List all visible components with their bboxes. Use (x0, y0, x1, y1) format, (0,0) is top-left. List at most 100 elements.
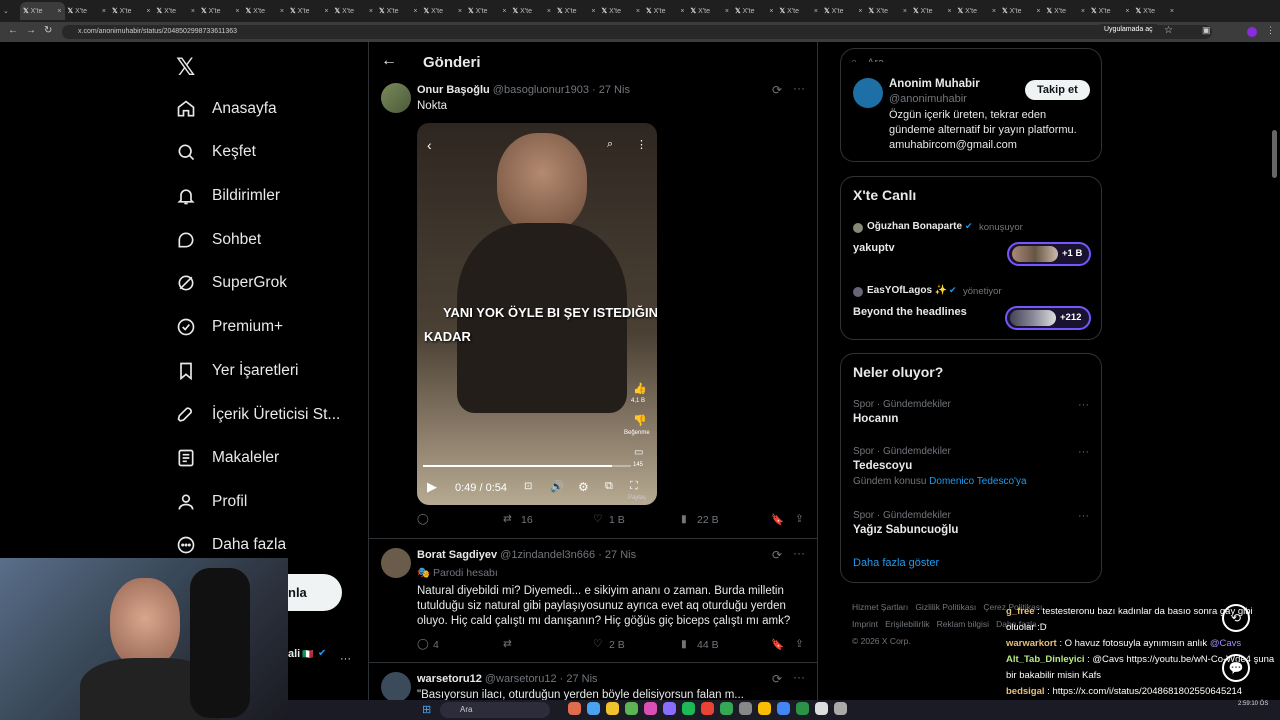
scrollbar[interactable] (1272, 130, 1277, 178)
video-like-icon[interactable]: 👍 (633, 382, 647, 395)
close-icon[interactable]: × (191, 8, 195, 15)
footer-link[interactable]: Imprint (852, 619, 878, 629)
footer-link[interactable]: Erişilebilirlik (885, 619, 929, 629)
follow-button[interactable]: Takip et (1025, 80, 1090, 100)
play-icon[interactable]: ▶ (427, 479, 437, 495)
reload-icon[interactable]: ↻ (44, 25, 52, 36)
profile-icon[interactable] (1247, 27, 1257, 37)
close-icon[interactable]: × (680, 8, 684, 15)
trend-topic-link[interactable]: Domenico Tedesco'ya (929, 476, 1026, 487)
reply-date[interactable]: · 27 Nis (598, 549, 636, 561)
taskbar-app-icon[interactable] (701, 702, 714, 715)
browser-tab[interactable]: 𝕏 X'te × (955, 2, 1000, 20)
taskbar-app-icon[interactable] (796, 702, 809, 715)
browser-tab[interactable]: 𝕏 X'te × (510, 2, 555, 20)
video-back-icon[interactable]: ‹ (427, 137, 432, 153)
taskbar-app-icon[interactable] (568, 702, 581, 715)
sidebar-item-bookmark[interactable]: Yer İşaretleri (176, 357, 298, 385)
reply-author-handle[interactable]: @warsetoru12 (485, 673, 557, 685)
browser-tab[interactable]: 𝕏 X'te × (777, 2, 822, 20)
video-search-icon[interactable]: ⌕ (607, 138, 613, 151)
close-icon[interactable]: × (947, 8, 951, 15)
sidebar-item-grok[interactable]: SuperGrok (176, 269, 287, 297)
close-icon[interactable]: × (992, 8, 996, 15)
browser-tab[interactable]: 𝕏 X'te × (643, 2, 688, 20)
close-icon[interactable]: × (769, 8, 773, 15)
reply-icon[interactable]: ◯ (417, 513, 429, 525)
live-item[interactable]: EasYOfLagos ✨ ✔ yönetiyor Beyond the hea… (853, 285, 1093, 335)
repost-icon[interactable]: ⇄ (503, 513, 512, 525)
sidebar-item-more[interactable]: Daha fazla (176, 531, 286, 559)
close-icon[interactable]: × (369, 8, 373, 15)
sidebar-item-search[interactable]: Keşfet (176, 138, 256, 166)
bookmark-icon[interactable]: 🔖 (771, 513, 784, 526)
taskbar-app-icon[interactable] (625, 702, 638, 715)
url-bar[interactable]: x.com/anonimuhabir/status/20485029987336… (62, 25, 1212, 39)
taskbar-app-icon[interactable] (815, 702, 828, 715)
trend-item[interactable]: Spor · Gündemdekiler Tedescoyu Gündem ko… (853, 446, 1093, 487)
reply-author-name[interactable]: Borat Sagdiyev (417, 549, 497, 561)
browser-tab[interactable]: 𝕏 X'te × (20, 2, 65, 20)
trend-item[interactable]: Spor · Gündemdekiler Hocanın ··· (853, 399, 1093, 425)
listeners-pill[interactable]: +212 (1005, 306, 1091, 330)
taskbar-app-icon[interactable] (758, 702, 771, 715)
footer-link[interactable]: Gizlilik Politikası (915, 602, 976, 612)
video-more-icon[interactable]: ⋮ (636, 138, 647, 151)
profile-handle[interactable]: @anonimuhabir (889, 93, 967, 105)
close-icon[interactable]: × (636, 8, 640, 15)
browser-tab[interactable]: 𝕏 X'te × (376, 2, 421, 20)
taskbar-app-icon[interactable] (682, 702, 695, 715)
browser-tab[interactable]: 𝕏 X'te × (243, 2, 288, 20)
browser-tab[interactable]: 𝕏 X'te × (1088, 2, 1133, 20)
video-comment-icon[interactable]: ▭ (634, 447, 643, 458)
close-icon[interactable]: × (858, 8, 862, 15)
browser-tab[interactable]: 𝕏 X'te × (1133, 2, 1178, 20)
close-icon[interactable]: × (903, 8, 907, 15)
footer-link[interactable]: Reklam bilgisi (937, 619, 989, 629)
show-more-link[interactable]: Daha fazla göster (853, 557, 939, 569)
repost-icon[interactable]: ⇄ (503, 638, 512, 650)
listeners-pill[interactable]: +1 B (1007, 242, 1091, 266)
browser-tab[interactable]: 𝕏 X'te × (421, 2, 466, 20)
menu-icon[interactable]: ⋮ (1266, 25, 1275, 36)
author-name[interactable]: Onur Başoğlu (417, 84, 490, 96)
open-in-app-button[interactable]: Uygulamada aç (1098, 24, 1159, 35)
forward-icon[interactable]: → (26, 25, 36, 36)
bookmark-icon[interactable]: 🔖 (771, 638, 784, 651)
extensions-icon[interactable]: ▣ (1202, 25, 1211, 36)
browser-tab[interactable]: 𝕏 X'te × (999, 2, 1044, 20)
video-player[interactable]: ‹ ⌕ ⋮ YANI YOK ÖYLE BI ŞEY ISTEDIĞIN KAD… (417, 123, 657, 505)
share-icon[interactable]: ⇪ (795, 638, 804, 650)
taskbar-search[interactable]: Ara (440, 702, 550, 718)
close-icon[interactable]: × (547, 8, 551, 15)
browser-tab[interactable]: 𝕏 X'te × (109, 2, 154, 20)
post-date[interactable]: · 27 Nis (592, 84, 630, 96)
trend-item[interactable]: Spor · Gündemdekiler Yağız Sabuncuoğlu ·… (853, 510, 1093, 536)
taskbar-app-icon[interactable] (587, 702, 600, 715)
browser-tab[interactable]: 𝕏 X'te × (1044, 2, 1089, 20)
browser-tab[interactable]: 𝕏 X'te × (599, 2, 644, 20)
video-dislike-icon[interactable]: 👎 (633, 414, 647, 427)
taskbar-app-icon[interactable] (777, 702, 790, 715)
browser-tab[interactable]: 𝕏 X'te × (866, 2, 911, 20)
author-handle[interactable]: @basogluonur1903 (493, 84, 589, 96)
tab-menu-icon[interactable]: ⌄ (0, 2, 20, 20)
sidebar-item-profile[interactable]: Profil (176, 488, 247, 516)
volume-icon[interactable]: 🔊 (550, 480, 564, 493)
video-progress-track[interactable] (423, 465, 631, 467)
close-icon[interactable]: × (146, 8, 150, 15)
grok-icon[interactable]: ⟳ (772, 672, 782, 686)
reply-avatar[interactable] (381, 548, 411, 578)
browser-tab[interactable]: 𝕏 X'te × (154, 2, 199, 20)
close-icon[interactable]: × (458, 8, 462, 15)
close-icon[interactable]: × (413, 8, 417, 15)
back-arrow-icon[interactable]: ← (381, 52, 397, 70)
reply-avatar[interactable] (381, 672, 411, 702)
close-icon[interactable]: × (814, 8, 818, 15)
browser-tab[interactable]: 𝕏 X'te × (910, 2, 955, 20)
footer-link[interactable]: Hizmet Şartları (852, 602, 908, 612)
taskbar-app-icon[interactable] (606, 702, 619, 715)
browser-tab[interactable]: 𝕏 X'te × (821, 2, 866, 20)
live-host[interactable]: Oğuzhan Bonaparte (867, 221, 962, 232)
browser-tab[interactable]: 𝕏 X'te × (332, 2, 377, 20)
